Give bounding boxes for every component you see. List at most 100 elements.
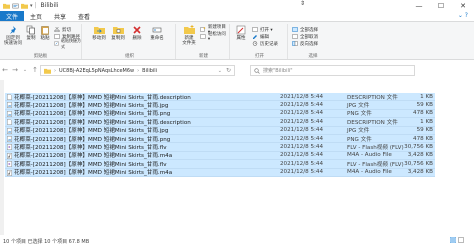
file-date: 2021/12/8 5:44 xyxy=(280,160,324,167)
new-folder-icon[interactable] xyxy=(21,3,28,9)
ribbon-tabs: 文件 主页 共享 查看 ⌄ ? xyxy=(0,11,474,21)
breadcrumb-separator: › xyxy=(54,67,56,74)
quick-access-dropdown[interactable]: ▾ xyxy=(30,3,33,9)
copy-button[interactable]: 复制 xyxy=(24,25,38,41)
folder-icon xyxy=(3,3,10,9)
back-button[interactable]: ← xyxy=(0,66,10,74)
paste-shortcut-label: 粘贴快捷方式 xyxy=(61,37,81,49)
file-name: 花椰菜-[20211208]【原神】MMD 短裙Mini Skirts_甘雨.d… xyxy=(14,94,191,101)
search-icon xyxy=(254,67,260,74)
copy-path-icon xyxy=(54,34,60,39)
status-bar-text: 10 个项目 已选择 10 个项目 67.8 MB xyxy=(3,239,90,245)
cut-button[interactable]: 剪切 xyxy=(54,26,71,33)
audio-icon xyxy=(7,169,12,176)
address-dropdown-icon[interactable]: ⌄ xyxy=(218,68,222,74)
properties-icon xyxy=(236,25,246,35)
recent-locations-button[interactable]: ⌄ xyxy=(20,67,30,73)
select-all-icon xyxy=(292,27,298,32)
move-to-button[interactable]: 移动到 xyxy=(90,25,108,41)
file-size: 59 KB xyxy=(416,102,433,109)
navigation-pane[interactable] xyxy=(0,80,4,235)
file-type: PNG 文件 xyxy=(347,111,372,118)
select-group-label: 选择 xyxy=(308,54,318,59)
file-name: 花椰菜-[20211208]【原神】MMD 短裙Mini Skirts_甘雨.p… xyxy=(14,136,171,143)
pin-quick-access-label: 固定到 快速访问 xyxy=(4,36,22,46)
edit-icon xyxy=(253,35,257,39)
open-label: 打开 ▾ xyxy=(260,27,273,33)
open-icon xyxy=(252,27,258,32)
delete-button[interactable]: 删除 xyxy=(129,25,145,41)
select-all-label: 全部选择 xyxy=(300,27,318,33)
file-size: 1 KB xyxy=(420,93,433,100)
scissors-icon xyxy=(54,27,60,32)
delete-icon xyxy=(133,26,141,34)
video-icon xyxy=(7,144,12,151)
select-none-button[interactable]: 全部取消 xyxy=(292,33,318,40)
forward-button[interactable]: → xyxy=(10,66,20,74)
navigation-bar: ← → ⌄ ↑ › UC8Bj-A2EqL5pNAqsLhceM6w › Bil… xyxy=(0,62,474,78)
open-group: 属性 打开 ▾ 编辑 历史记录 打开 xyxy=(232,24,288,59)
properties-button[interactable]: 属性 xyxy=(233,25,249,41)
tab-view[interactable]: 查看 xyxy=(72,11,96,21)
open-button[interactable]: 打开 ▾ xyxy=(252,26,273,33)
new-item-icon xyxy=(200,27,206,32)
easy-access-icon xyxy=(200,34,206,39)
breadcrumb-part[interactable]: Bilibili xyxy=(142,68,157,74)
file-size: 30,756 KB xyxy=(404,144,433,151)
open-group-label: 打开 xyxy=(255,54,264,59)
file-type: PNG 文件 xyxy=(347,136,372,143)
paste-shortcut-button[interactable]: 粘贴快捷方式 xyxy=(54,37,81,49)
file-size: 3,428 KB xyxy=(407,152,433,159)
image-icon xyxy=(7,127,12,134)
address-bar[interactable]: › UC8Bj-A2EqL5pNAqsLhceM6w › Bilibili ⌄ … xyxy=(40,65,235,76)
rename-label: 重命名 xyxy=(150,36,164,41)
breadcrumb-part[interactable]: UC8Bj-A2EqL5pNAqsLhceM6w xyxy=(59,68,134,74)
up-button[interactable]: ↑ xyxy=(30,66,40,74)
file-name: 花椰菜-[20211208]【原神】MMD 短裙Mini Skirts_甘雨.f… xyxy=(14,161,167,168)
new-folder-button[interactable]: 新建 文件夹 xyxy=(180,25,198,46)
file-date: 2021/12/8 5:44 xyxy=(280,144,324,151)
file-row[interactable]: 花椰菜-[20211208]【原神】MMD 短裙Mini Skirts_甘雨.m… xyxy=(5,168,435,177)
clipboard-group: 固定到 快速访问 复制 粘贴 剪切 复制路径 粘贴快捷方式 剪贴板 xyxy=(0,24,82,59)
file-name: 花椰菜-[20211208]【原神】MMD 短裙Mini Skirts_甘雨.p… xyxy=(14,111,171,118)
quick-access-toolbar: ▾ | xyxy=(0,2,37,9)
new-group: 新建 文件夹 新建项目 ▾ 轻松访问 ▾ 新建 xyxy=(178,24,230,59)
file-type: FLV - Flash视频 (FLV) xyxy=(347,145,404,152)
tab-share[interactable]: 共享 xyxy=(48,11,72,21)
copy-to-button[interactable]: 复制到 xyxy=(109,25,127,41)
file-size: 478 KB xyxy=(413,110,433,117)
file-date: 2021/12/8 5:44 xyxy=(280,110,324,117)
close-button[interactable]: ✕ xyxy=(452,0,474,11)
file-name: 花椰菜-[20211208]【原神】MMD 短裙Mini Skirts_甘雨.j… xyxy=(14,128,169,135)
properties-icon[interactable] xyxy=(12,3,19,9)
file-type: FLV - Flash视频 (FLV) xyxy=(347,161,404,168)
maximize-button[interactable]: ☐ xyxy=(430,0,452,11)
file-size: 1 KB xyxy=(420,118,433,125)
new-folder-label: 新建 文件夹 xyxy=(182,36,196,46)
file-name: 花椰菜-[20211208]【原神】MMD 短裙Mini Skirts_甘雨.j… xyxy=(14,103,169,110)
help-icon[interactable]: ⌄ ? xyxy=(458,12,468,19)
title-bar: ▾ | Bilibili ⇕ — ☐ ✕ xyxy=(0,0,474,11)
details-view-icon[interactable] xyxy=(450,237,456,243)
pin-quick-access-button[interactable]: 固定到 快速访问 xyxy=(2,25,24,46)
paste-button[interactable]: 粘贴 xyxy=(38,25,52,41)
tab-file[interactable]: 文件 xyxy=(0,11,25,21)
easy-access-label: 轻松访问 ▾ xyxy=(207,32,226,42)
easy-access-button[interactable]: 轻松访问 ▾ xyxy=(200,32,229,42)
search-box[interactable]: 搜索"Bilibili" xyxy=(250,65,415,76)
select-group: 全部选择 全部取消 反向选择 选择 xyxy=(290,24,336,59)
file-name: 花椰菜-[20211208]【原神】MMD 短裙Mini Skirts_甘雨.m… xyxy=(14,170,173,177)
large-icons-view-icon[interactable] xyxy=(458,237,464,243)
refresh-icon[interactable]: ↻ xyxy=(226,67,231,74)
minimize-button[interactable]: — xyxy=(408,0,430,11)
history-button[interactable]: 历史记录 xyxy=(252,40,278,47)
tab-home[interactable]: 主页 xyxy=(24,11,48,21)
rename-button[interactable]: 重命名 xyxy=(147,25,167,41)
file-size: 478 KB xyxy=(413,135,433,142)
invert-selection-button[interactable]: 反向选择 xyxy=(292,40,318,47)
edit-button[interactable]: 编辑 xyxy=(252,33,269,40)
copy-icon xyxy=(26,25,35,35)
rename-icon xyxy=(152,27,162,33)
paste-shortcut-icon xyxy=(54,41,59,46)
select-all-button[interactable]: 全部选择 xyxy=(292,26,318,33)
